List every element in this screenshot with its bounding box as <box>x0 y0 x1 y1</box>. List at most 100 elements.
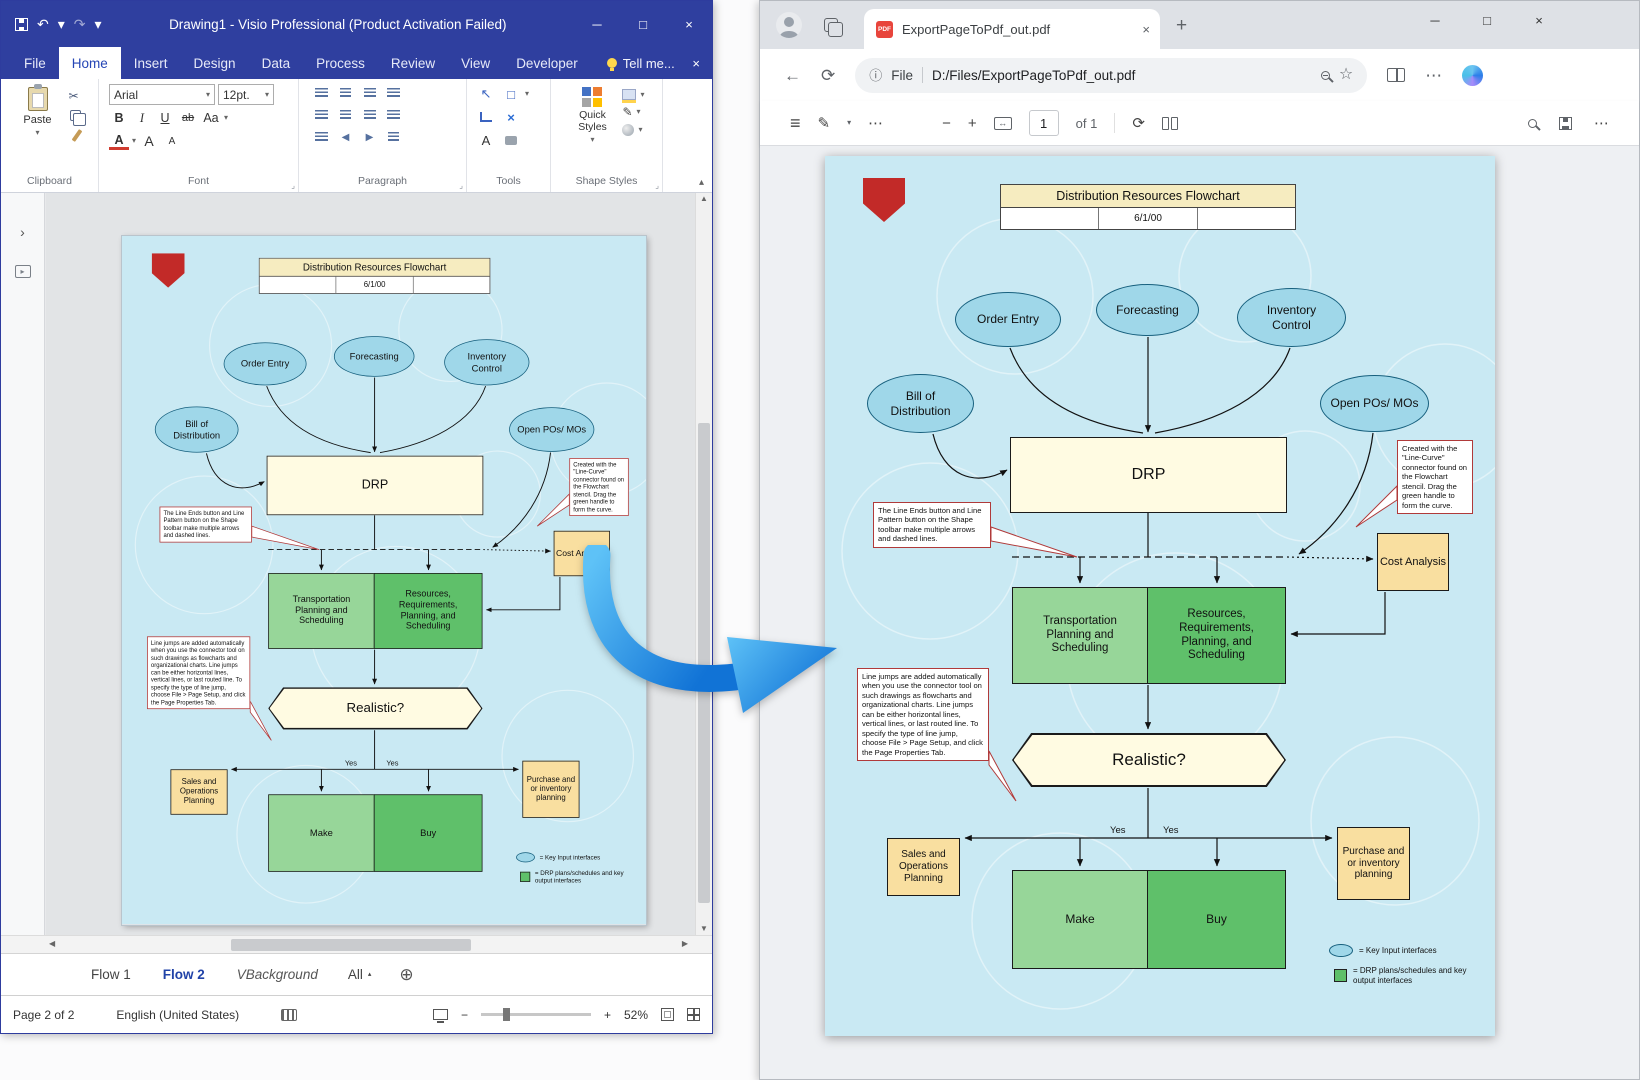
expand-panel-icon[interactable]: › <box>20 225 25 239</box>
callout-line-ends[interactable]: The Line Ends button and Line Pattern bu… <box>160 507 252 543</box>
callout-line-curve[interactable]: Created with the "Line-Curve" connector … <box>1397 440 1473 514</box>
page-tab-flow1[interactable]: Flow 1 <box>79 961 143 988</box>
maximize-button[interactable]: □ <box>1461 1 1513 39</box>
copy-icon[interactable] <box>70 110 81 121</box>
font-color-button[interactable]: A <box>109 133 129 150</box>
font-name-select[interactable]: Arial▾ <box>109 84 215 105</box>
tab-insert[interactable]: Insert <box>121 47 181 79</box>
page-tab-flow2[interactable]: Flow 2 <box>151 961 217 988</box>
document-close-icon[interactable]: × <box>692 47 700 79</box>
tab-data[interactable]: Data <box>249 47 304 79</box>
rectangle-caret-icon[interactable]: ▾ <box>525 90 529 98</box>
shape-sales-operations[interactable]: Sales and Operations Planning <box>887 838 960 896</box>
zoom-out-icon[interactable]: − <box>461 1009 468 1021</box>
zoom-indicator-icon[interactable] <box>1321 71 1330 80</box>
shape-order-entry[interactable]: Order Entry <box>955 292 1061 347</box>
font-size-select[interactable]: 12pt.▾ <box>218 84 274 105</box>
page-number-input[interactable]: 1 <box>1029 110 1059 136</box>
connection-point-tool-button[interactable]: × <box>500 107 522 127</box>
pdf-search-icon[interactable] <box>1528 119 1537 128</box>
browser-more-icon[interactable]: ⋯ <box>1425 67 1442 84</box>
align-bottom-button[interactable] <box>359 106 380 125</box>
status-page-indicator[interactable]: Page 2 of 2 <box>13 1008 74 1022</box>
shape-forecasting[interactable]: Forecasting <box>1096 284 1199 336</box>
case-caret-icon[interactable]: ▾ <box>224 114 228 122</box>
callout-line-jumps[interactable]: Line jumps are added automatically when … <box>857 668 989 761</box>
change-case-button[interactable]: Aa <box>201 108 221 128</box>
shapes-window-icon[interactable]: ▸ <box>15 265 31 278</box>
macro-record-icon[interactable] <box>281 1009 297 1021</box>
justify-button[interactable] <box>383 84 404 103</box>
zoom-slider-thumb[interactable] <box>503 1008 510 1021</box>
maximize-button[interactable]: □ <box>620 1 666 47</box>
align-top-button[interactable] <box>311 106 332 125</box>
shape-bill-of-distribution[interactable]: Bill of Distribution <box>155 406 239 452</box>
format-painter-icon[interactable] <box>71 129 82 142</box>
bullets-button[interactable] <box>311 128 332 147</box>
shape-purchase-inventory[interactable]: Purchase and or inventory planning <box>522 761 579 818</box>
minimize-button[interactable]: ─ <box>1409 1 1461 39</box>
shape-resources-requirements[interactable]: Resources, Requirements, Planning, and S… <box>1147 587 1286 684</box>
tab-view[interactable]: View <box>448 47 503 79</box>
shape-open-pos-mos[interactable]: Open POs/ MOs <box>1320 375 1429 432</box>
rectangle-tool-button[interactable]: □ <box>500 84 522 104</box>
shape-sales-operations[interactable]: Sales and Operations Planning <box>170 769 227 814</box>
align-right-button[interactable] <box>359 84 380 103</box>
shape-drp[interactable]: DRP <box>1010 437 1287 513</box>
shrink-font-button[interactable]: A <box>162 131 182 151</box>
flowchart-title-block[interactable]: Distribution Resources Flowchart 6/1/00 <box>259 258 490 294</box>
increase-indent-button[interactable]: ▶ <box>359 128 380 147</box>
page-view-icon[interactable] <box>1162 117 1178 130</box>
minimize-button[interactable]: ─ <box>574 1 620 47</box>
copilot-icon[interactable] <box>1462 65 1483 86</box>
shape-make[interactable]: Make <box>1012 870 1148 969</box>
pdf-zoom-in-icon[interactable]: + <box>968 116 977 131</box>
scroll-up-icon[interactable]: ▲ <box>696 195 712 203</box>
pdf-more-icon[interactable]: ⋯ <box>1594 116 1609 131</box>
close-button[interactable]: × <box>666 1 712 47</box>
zoom-slider[interactable] <box>481 1013 591 1016</box>
redo-icon[interactable]: ↷ <box>74 17 86 31</box>
toc-icon[interactable]: ≡ <box>790 114 801 132</box>
tab-developer[interactable]: Developer <box>503 47 591 79</box>
close-button[interactable]: × <box>1513 1 1565 39</box>
pdf-viewer-area[interactable]: Distribution Resources Flowchart 6/1/00 … <box>760 146 1639 1079</box>
shape-transportation-planning[interactable]: Transportation Planning and Scheduling <box>1012 587 1148 684</box>
save-icon[interactable] <box>15 18 28 31</box>
shape-purchase-inventory[interactable]: Purchase and or inventory planning <box>1337 827 1410 900</box>
page-tab-all-dropdown[interactable]: All▴ <box>338 961 382 988</box>
decrease-indent-button[interactable]: ◀ <box>335 128 356 147</box>
shape-open-pos-mos[interactable]: Open POs/ MOs <box>509 407 594 452</box>
stamp-tool-button[interactable] <box>500 130 522 150</box>
browser-tab[interactable]: PDF ExportPageToPdf_out.pdf × <box>864 9 1160 49</box>
page-tab-vbackground[interactable]: VBackground <box>225 961 330 988</box>
grow-font-button[interactable]: A <box>139 131 159 151</box>
quick-styles-button[interactable]: Quick Styles ▾ <box>568 84 616 175</box>
shape-resources-requirements[interactable]: Resources, Requirements, Planning, and S… <box>374 573 483 649</box>
tab-design[interactable]: Design <box>181 47 249 79</box>
bold-button[interactable]: B <box>109 108 129 128</box>
tell-me-box[interactable]: Tell me... <box>597 47 685 79</box>
url-text[interactable]: D:/Files/ExportPageToPdf_out.pdf <box>932 68 1312 83</box>
back-icon[interactable]: ← <box>784 67 801 84</box>
callout-line-curve[interactable]: Created with the "Line-Curve" connector … <box>569 458 628 516</box>
refresh-icon[interactable]: ⟳ <box>821 67 835 84</box>
italic-button[interactable]: I <box>132 108 152 128</box>
underline-button[interactable]: U <box>155 108 175 128</box>
strikethrough-button[interactable]: ab <box>178 108 198 128</box>
shape-make[interactable]: Make <box>268 794 374 871</box>
status-language[interactable]: English (United States) <box>116 1008 239 1022</box>
collapse-ribbon-icon[interactable]: ▴ <box>699 178 704 188</box>
callout-line-ends[interactable]: The Line Ends button and Line Pattern bu… <box>873 502 991 548</box>
pdf-save-icon[interactable] <box>1559 117 1572 130</box>
workspaces-icon[interactable] <box>824 18 838 32</box>
zoom-in-icon[interactable]: + <box>604 1009 611 1021</box>
line-color-icon[interactable]: ✎ <box>622 106 632 118</box>
undo-icon[interactable]: ↶ <box>37 17 49 31</box>
tab-close-icon[interactable]: × <box>1142 23 1150 36</box>
qat-customize-icon[interactable]: ▾ <box>95 17 102 31</box>
shapes-panel-collapsed[interactable]: › ▸ <box>1 193 45 935</box>
callout-line-jumps[interactable]: Line jumps are added automatically when … <box>147 636 250 709</box>
cut-icon[interactable]: ✂ <box>65 88 83 103</box>
connector-tool-button[interactable] <box>475 107 497 127</box>
